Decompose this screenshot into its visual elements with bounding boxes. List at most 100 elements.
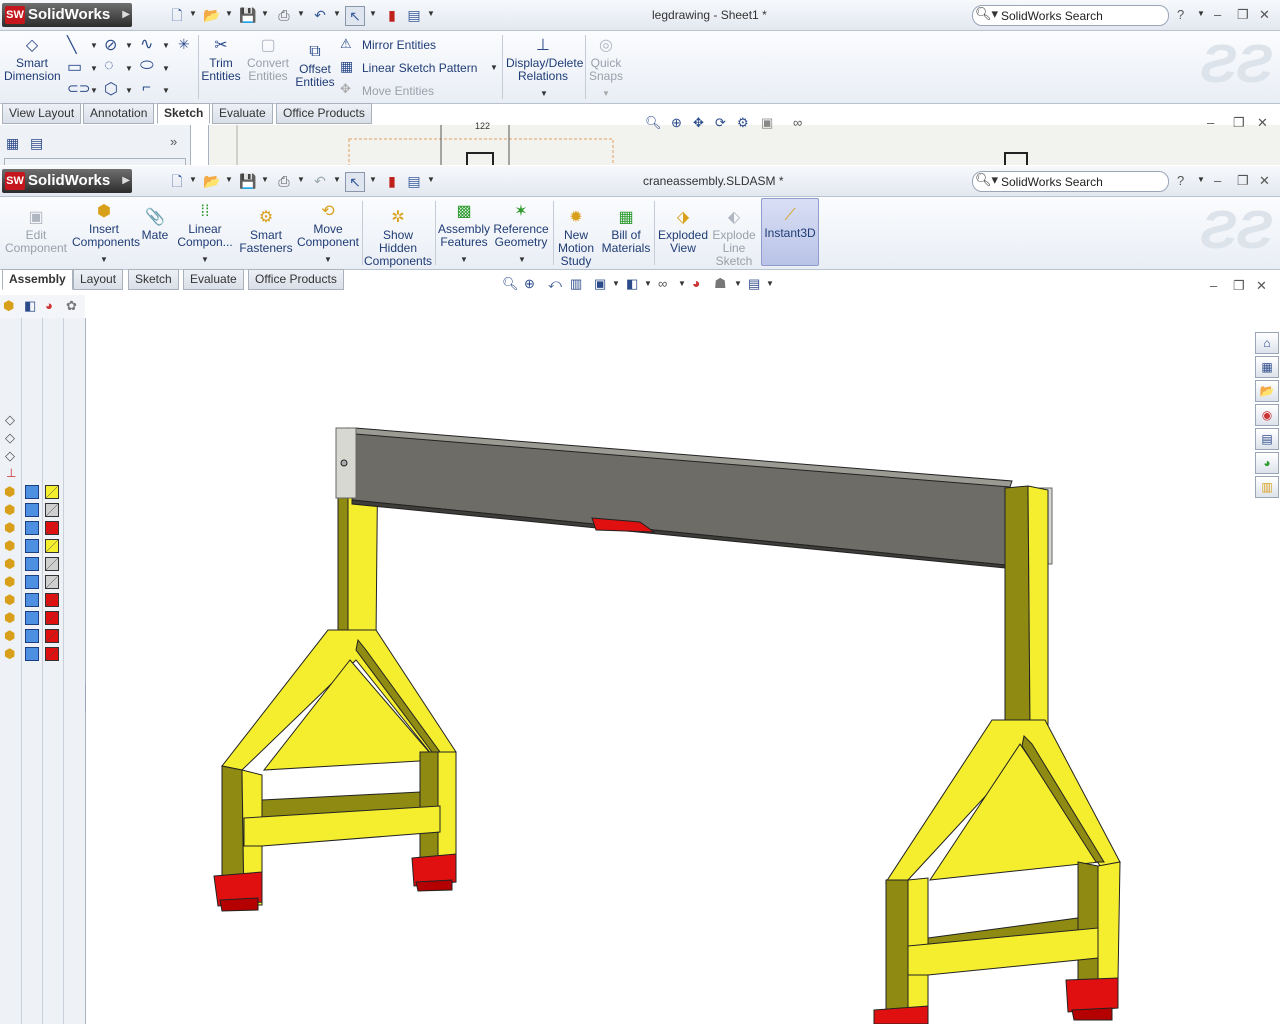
instant3d-button[interactable]: ⟋ Instant3D bbox=[761, 198, 819, 266]
plane-icon[interactable]: ◇ bbox=[5, 412, 15, 428]
component-row[interactable]: ⬢ bbox=[0, 628, 85, 644]
select-arrow-icon[interactable]: ↖ bbox=[345, 172, 365, 192]
slot-icon[interactable]: ⊂⊃ bbox=[67, 80, 90, 97]
restore-icon[interactable]: ❐ bbox=[1233, 278, 1245, 294]
quick-snaps-button[interactable]: ◎ Quick Snaps bbox=[588, 37, 624, 83]
tab-view-layout[interactable]: View Layout bbox=[2, 103, 82, 124]
feature-manager-icon[interactable]: ⬢ bbox=[3, 298, 14, 314]
undo-icon[interactable]: ↶ bbox=[311, 172, 329, 190]
component-row[interactable]: ⬢ bbox=[0, 538, 85, 554]
tab-layout[interactable]: Layout bbox=[73, 269, 124, 290]
show-hidden-components-button[interactable]: ✲ Show Hidden Components bbox=[364, 209, 432, 268]
rebuild-icon[interactable]: ▮ bbox=[383, 6, 401, 24]
hide-show-icon[interactable]: ∞ bbox=[658, 276, 667, 291]
feature-tree-icon[interactable]: ▦ bbox=[6, 135, 19, 152]
chevron-down-icon[interactable]: ▼ bbox=[90, 86, 98, 95]
property-manager-icon[interactable]: ◧ bbox=[24, 298, 36, 314]
scene-icon[interactable]: ☗ bbox=[714, 275, 727, 292]
view-box-icon[interactable]: ▣ bbox=[761, 115, 773, 131]
plane-icon[interactable]: ◇ bbox=[5, 430, 15, 446]
reference-geometry-button[interactable]: ✶ Reference Geometry bbox=[492, 203, 550, 249]
component-row[interactable]: ⬢ bbox=[0, 646, 85, 662]
close-icon[interactable]: ✕ bbox=[1256, 278, 1267, 294]
linear-sketch-pattern-button[interactable]: Linear Sketch Pattern bbox=[362, 61, 477, 75]
plane-icon[interactable]: ◇ bbox=[5, 448, 15, 464]
chevron-down-icon[interactable]: ▼ bbox=[612, 279, 620, 288]
tab-assembly[interactable]: Assembly bbox=[2, 269, 73, 290]
section-view-icon[interactable]: ▥ bbox=[570, 276, 582, 292]
print-icon[interactable]: ⎙ bbox=[275, 6, 293, 24]
linear-component-pattern-button[interactable]: ⁞⁞ Linear Compon... bbox=[174, 203, 236, 249]
mate-button[interactable]: 📎 Mate bbox=[138, 209, 172, 242]
save-icon[interactable]: 💾 bbox=[239, 6, 257, 24]
chevron-down-icon[interactable]: ▼ bbox=[100, 255, 108, 264]
convert-entities-button[interactable]: ▢ Convert Entities bbox=[246, 37, 290, 83]
chevron-down-icon[interactable]: ▼ bbox=[678, 279, 686, 288]
close-icon[interactable]: ✕ bbox=[1259, 173, 1270, 189]
open-folder-icon[interactable]: 📂 bbox=[203, 6, 221, 24]
circle-icon[interactable]: ⊘ bbox=[104, 35, 117, 55]
tab-sketch[interactable]: Sketch bbox=[128, 269, 179, 290]
chevron-down-icon[interactable]: ▼ bbox=[540, 89, 548, 98]
component-row[interactable]: ⬢ bbox=[0, 484, 85, 500]
resources-icon[interactable]: ⌂ bbox=[1255, 332, 1279, 354]
restore-icon[interactable]: ❐ bbox=[1237, 173, 1249, 189]
smart-fasteners-button[interactable]: ⚙ Smart Fasteners bbox=[238, 209, 294, 255]
chevron-down-icon[interactable]: ▼ bbox=[261, 9, 269, 18]
component-row[interactable]: ⬢ bbox=[0, 520, 85, 536]
chevron-down-icon[interactable]: ▼ bbox=[766, 279, 774, 288]
display-manager-icon[interactable]: ◕ bbox=[45, 298, 53, 313]
property-manager-icon[interactable]: ▤ bbox=[30, 135, 43, 152]
chevron-down-icon[interactable]: ▼ bbox=[427, 175, 435, 184]
explode-line-sketch-button[interactable]: ⬖ Explode Line Sketch bbox=[710, 209, 758, 268]
exploded-view-button[interactable]: ⬗ Exploded View bbox=[657, 209, 709, 255]
component-row[interactable]: ⬢ bbox=[0, 502, 85, 518]
chevron-down-icon[interactable]: ▼ bbox=[189, 9, 197, 18]
chevron-down-icon[interactable]: ▼ bbox=[324, 255, 332, 264]
zoom-area-icon[interactable]: ⊕ bbox=[524, 276, 535, 292]
new-document-icon[interactable]: 🗋 bbox=[168, 172, 186, 190]
tab-evaluate[interactable]: Evaluate bbox=[212, 103, 273, 124]
help-icon[interactable]: ? bbox=[1177, 7, 1184, 22]
bill-of-materials-button[interactable]: ▦ Bill of Materials bbox=[600, 209, 652, 255]
pan-icon[interactable]: ✥ bbox=[693, 115, 704, 131]
chevron-down-icon[interactable]: ▼ bbox=[261, 175, 269, 184]
line-icon[interactable]: ╲ bbox=[67, 35, 77, 55]
chevron-down-icon[interactable]: ▼ bbox=[333, 9, 341, 18]
chevron-down-icon[interactable]: ▼ bbox=[490, 63, 498, 72]
chevron-down-icon[interactable]: ▼ bbox=[125, 86, 133, 95]
chevron-down-icon[interactable]: ▼ bbox=[734, 279, 742, 288]
view-settings-icon[interactable]: ⚙ bbox=[737, 115, 749, 131]
new-motion-study-button[interactable]: ✹ New Motion Study bbox=[556, 209, 596, 268]
view-settings-icon[interactable]: ▤ bbox=[748, 276, 760, 292]
design-library-icon[interactable]: ▦ bbox=[1255, 356, 1279, 378]
insert-components-button[interactable]: ⬢ Insert Components bbox=[72, 203, 140, 249]
filter-box[interactable] bbox=[4, 158, 186, 165]
mirror-entities-button[interactable]: Mirror Entities bbox=[362, 38, 436, 52]
custom-properties-icon[interactable]: ▥ bbox=[1255, 476, 1279, 498]
chevron-down-icon[interactable]: ▼ bbox=[162, 86, 170, 95]
appearances-icon[interactable]: ◕ bbox=[1255, 452, 1279, 474]
chevron-down-icon[interactable]: ▼ bbox=[125, 41, 133, 50]
chevron-down-icon[interactable]: ▼ bbox=[297, 9, 305, 18]
drawing-sheet[interactable]: 122 🔍︎ ⊕ ✥ ⟳ ⚙ ▣ ∞ – ❐ ✕ bbox=[208, 115, 1280, 165]
move-entities-button[interactable]: Move Entities bbox=[362, 84, 434, 98]
chevron-down-icon[interactable]: ▼ bbox=[602, 89, 610, 98]
chevron-down-icon[interactable]: ▼ bbox=[225, 175, 233, 184]
zoom-fit-icon[interactable]: 🔍︎ bbox=[502, 276, 519, 292]
open-folder-icon[interactable]: 📂 bbox=[203, 172, 221, 190]
chevron-down-icon[interactable]: ▼ bbox=[189, 175, 197, 184]
select-arrow-icon[interactable]: ↖ bbox=[345, 6, 365, 26]
zoom-fit-icon[interactable]: 🔍︎ bbox=[645, 115, 662, 131]
assembly-features-button[interactable]: ▩ Assembly Features bbox=[438, 203, 490, 249]
display-delete-relations-button[interactable]: ⊥ Display/Delete Relations bbox=[506, 37, 583, 83]
chevron-down-icon[interactable]: ▼ bbox=[90, 64, 98, 73]
minimize-icon[interactable]: – bbox=[1214, 7, 1221, 22]
trim-entities-button[interactable]: ✂ Trim Entities bbox=[200, 37, 242, 83]
chevron-down-icon[interactable]: ▼ bbox=[201, 255, 209, 264]
spline-icon[interactable]: ∿ bbox=[140, 34, 153, 54]
expand-icon[interactable]: » bbox=[170, 134, 177, 149]
previous-view-icon[interactable]: ⤺ bbox=[548, 276, 562, 292]
chevron-down-icon[interactable]: ▼ bbox=[297, 175, 305, 184]
graphics-area[interactable] bbox=[86, 295, 1252, 1024]
